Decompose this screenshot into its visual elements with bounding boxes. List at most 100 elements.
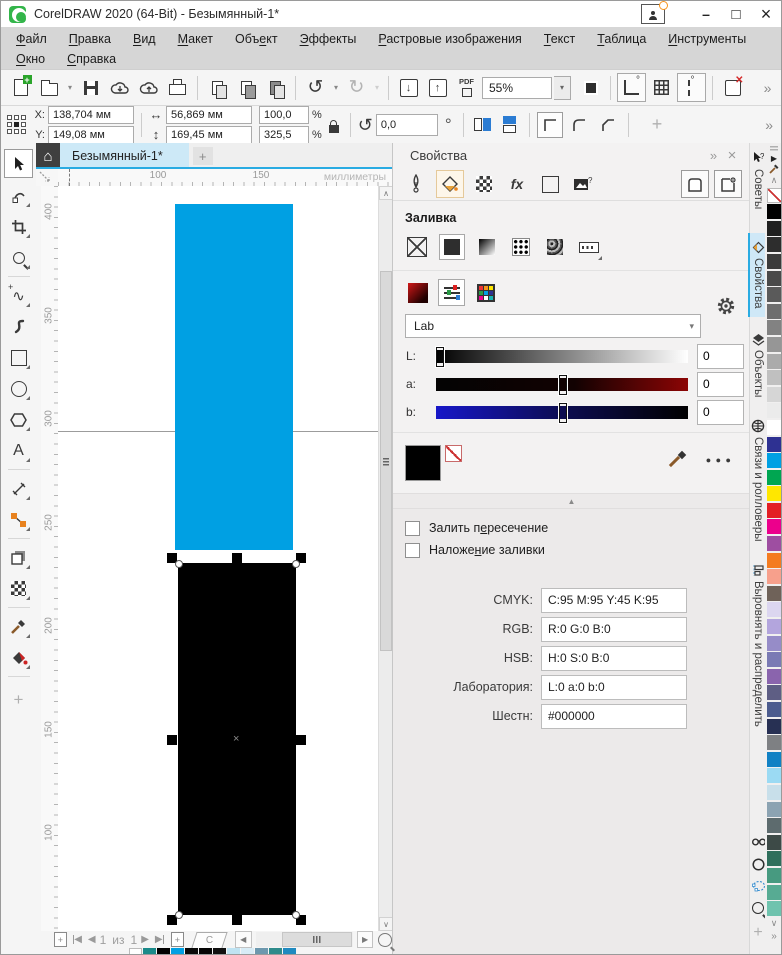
bitmap-summary-tab[interactable]: ? xyxy=(570,171,596,197)
palette-eyedropper-icon[interactable] xyxy=(769,163,779,174)
document-palette-swatch[interactable] xyxy=(255,948,268,954)
horizontal-ruler[interactable]: 100 150 миллиметры xyxy=(58,169,392,187)
effects-tab[interactable]: fx xyxy=(504,171,530,197)
palette-color-swatch[interactable] xyxy=(766,320,781,336)
vertical-ruler[interactable]: 400 350 300 250 200 150 100 xyxy=(41,186,59,931)
palette-color-swatch[interactable] xyxy=(766,718,781,734)
strip-add-button[interactable]: + xyxy=(753,924,762,942)
page-tab[interactable]: С xyxy=(191,931,228,948)
palette-color-swatch[interactable] xyxy=(766,685,781,701)
palette-color-swatch[interactable] xyxy=(766,453,781,469)
docker-expand-icon[interactable]: » xyxy=(702,148,722,163)
transparency-tab[interactable] xyxy=(471,171,497,197)
color-sliders-button[interactable] xyxy=(438,279,465,306)
palette-color-swatch[interactable] xyxy=(766,585,781,601)
palette-scroll-down[interactable]: ∨ xyxy=(771,918,778,929)
palette-color-swatch[interactable] xyxy=(766,602,781,618)
texture-fill-button[interactable] xyxy=(543,235,567,259)
fill-winding-checkbox[interactable] xyxy=(405,520,420,536)
b-value-field[interactable] xyxy=(697,399,744,425)
last-page-button[interactable]: ▶ xyxy=(155,934,165,945)
show-grid-toggle[interactable] xyxy=(648,74,675,101)
scroll-left-button[interactable]: ◀ xyxy=(234,931,252,948)
copy-button[interactable] xyxy=(233,74,260,101)
document-palette-swatch[interactable] xyxy=(283,948,296,954)
document-tab-active[interactable]: Безымянный-1* xyxy=(60,143,189,169)
redo-button[interactable]: ↻ xyxy=(343,74,370,101)
zoom-level-combobox[interactable]: 55% xyxy=(482,76,552,99)
corner-node[interactable] xyxy=(175,911,183,919)
outline-tab[interactable] xyxy=(403,171,429,197)
l-slider[interactable] xyxy=(435,345,688,368)
palette-scroll-up[interactable]: ∧ xyxy=(771,175,778,186)
cut-button[interactable] xyxy=(204,74,231,101)
binoculars-icon[interactable] xyxy=(752,836,766,848)
pick-tool[interactable] xyxy=(4,149,33,178)
palette-color-swatch[interactable] xyxy=(766,353,781,369)
document-palette-swatch[interactable] xyxy=(269,948,282,954)
menu-Растровые изображения[interactable]: Растровые изображения xyxy=(367,32,532,46)
add-page-before-button[interactable]: + xyxy=(54,932,67,947)
navigator-zoom-icon[interactable] xyxy=(378,932,392,947)
palette-color-swatch[interactable] xyxy=(766,486,781,502)
overprint-fill-checkbox[interactable] xyxy=(405,542,420,558)
rectangle-object-blue[interactable] xyxy=(175,204,293,550)
minimize-button[interactable]: – xyxy=(691,2,721,26)
pattern-fill-button[interactable] xyxy=(509,235,533,259)
menu-Объект[interactable]: Объект xyxy=(224,32,289,46)
tab-align-distribute[interactable]: Выровнять и распределить xyxy=(752,556,765,735)
palette-color-swatch[interactable] xyxy=(766,569,781,585)
no-fill-button[interactable] xyxy=(405,235,429,259)
palette-color-swatch[interactable] xyxy=(766,419,781,435)
hsb-field[interactable] xyxy=(541,645,687,671)
undo-button[interactable]: ↺ xyxy=(302,74,329,101)
mirror-vertical-button[interactable] xyxy=(498,113,522,137)
dimension-tool[interactable] xyxy=(5,475,32,502)
object-height-field[interactable] xyxy=(166,125,252,144)
palette-drag-handle[interactable] xyxy=(770,146,778,152)
open-document-button[interactable] xyxy=(36,74,63,101)
menu-Вид[interactable]: Вид xyxy=(122,32,167,46)
document-palette-swatch[interactable] xyxy=(129,948,142,954)
artistic-media-tool[interactable] xyxy=(5,313,32,340)
tab-links-rollovers[interactable]: Связи и ролловеры xyxy=(751,411,765,550)
docker-close-icon[interactable]: × xyxy=(722,147,742,164)
object-width-field[interactable] xyxy=(166,105,252,124)
lock-ratio-toggle[interactable] xyxy=(328,119,339,133)
corner-square-button[interactable] xyxy=(536,111,563,138)
l-value-field[interactable] xyxy=(697,343,744,369)
rgb-field[interactable] xyxy=(541,616,687,642)
menu-Файл[interactable]: Файл xyxy=(5,32,58,46)
selection-handle-bottom-center[interactable] xyxy=(232,915,242,925)
zoom-level-dropdown[interactable]: ▾ xyxy=(554,75,571,100)
eyedropper-icon[interactable] xyxy=(666,450,687,471)
color-eyedropper-tool[interactable] xyxy=(5,613,32,640)
toolbar-overflow-button[interactable]: » xyxy=(754,74,781,101)
menu-Окно[interactable]: Окно xyxy=(5,52,56,66)
document-palette-swatch[interactable] xyxy=(241,948,254,954)
palette-color-swatch[interactable] xyxy=(766,220,781,236)
add-tools-button[interactable]: + xyxy=(5,686,32,713)
palette-color-swatch[interactable] xyxy=(766,635,781,651)
vertical-scroll-thumb[interactable] xyxy=(380,271,392,651)
corner-node[interactable] xyxy=(175,560,183,568)
shadow-tool[interactable] xyxy=(5,544,32,571)
corner-node[interactable] xyxy=(292,560,300,568)
palette-color-swatch[interactable] xyxy=(766,237,781,253)
connector-tool[interactable] xyxy=(5,506,32,533)
y-position-field[interactable] xyxy=(48,125,134,144)
fountain-fill-button[interactable] xyxy=(475,235,499,259)
new-document-tab-button[interactable]: + xyxy=(192,147,213,165)
fullscreen-preview-button[interactable] xyxy=(577,74,604,101)
drawing-canvas[interactable]: × xyxy=(58,186,378,931)
object-center-marker[interactable]: × xyxy=(233,733,239,745)
snap-off-button[interactable] xyxy=(719,74,746,101)
vertical-scrollbar[interactable]: ∧ ∨ xyxy=(378,186,393,931)
palette-color-swatch[interactable] xyxy=(766,536,781,552)
document-palette-swatch[interactable] xyxy=(157,948,170,954)
mirror-horizontal-button[interactable] xyxy=(471,113,495,137)
selection-handle-top-center[interactable] xyxy=(232,553,242,563)
polygon-tool[interactable] xyxy=(5,406,32,433)
corner-chamfer-button[interactable] xyxy=(595,112,621,138)
import-button[interactable]: ↓ xyxy=(395,74,422,101)
